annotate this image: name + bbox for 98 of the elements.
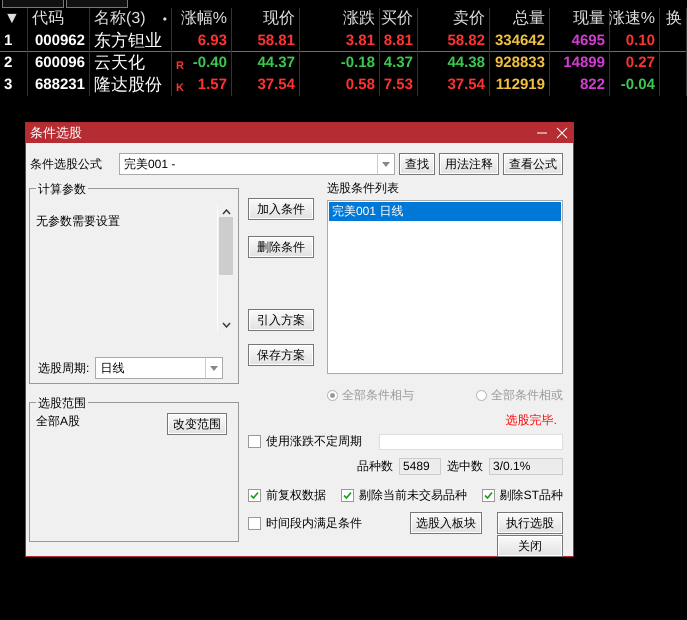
table-cell-text: 0.10: [626, 31, 655, 51]
column-header[interactable]: 现量: [573, 8, 605, 30]
column-header[interactable]: 涨速%: [608, 8, 655, 30]
row-number: 2: [4, 53, 12, 73]
list-title: 选股条件列表: [327, 181, 399, 195]
action-button[interactable]: 删除条件: [248, 236, 314, 258]
toolbar-button[interactable]: 查找: [399, 153, 435, 175]
table-row[interactable]: 3 688231 隆达股份 K 1.57 37.54 0.58 7.53 37.54 112919 822 -0.04: [0, 74, 687, 96]
count-label: 品种数: [357, 458, 393, 475]
scope-value: 全部A股: [36, 413, 80, 430]
radio-label: 全部条件相与: [342, 387, 414, 404]
tab[interactable]: [2, 0, 64, 8]
table-row[interactable]: 2 600096 云天化 R -0.40 44.37 -0.18 4.37 44.38 928833 14899 0.27: [0, 52, 687, 74]
change-scope-button[interactable]: 改变范围: [167, 413, 227, 435]
checkbox-label: 剔除ST品种: [500, 487, 563, 504]
stock-code: 000962: [34, 31, 85, 51]
table-cell-text: 37.54: [257, 75, 295, 95]
period-dropdown[interactable]: 日线: [95, 357, 224, 379]
table-cell-text: 334642: [494, 31, 545, 51]
flag-marker: K: [176, 81, 184, 96]
checkbox-label: 剔除当前未交易品种: [358, 487, 467, 504]
group-title: 计算参数: [36, 181, 88, 198]
checkbox-label: 前复权数据: [266, 487, 326, 504]
close-icon[interactable]: [555, 127, 569, 139]
window-title: 条件选股: [30, 124, 83, 142]
table-cell-text: 8.81: [384, 31, 413, 51]
table-cell-text: -0.18: [340, 53, 375, 73]
group-title: 选股范围: [36, 395, 88, 412]
toolbar-button[interactable]: 用法注释: [439, 153, 499, 175]
column-header[interactable]: ▼: [4, 8, 20, 30]
row-number: 1: [4, 31, 12, 51]
table-cell-text: 4.37: [384, 53, 413, 73]
column-header[interactable]: 涨幅%: [180, 8, 227, 30]
dropdown-arrow-icon: [210, 366, 218, 370]
table-cell-text: -0.40: [192, 53, 227, 73]
column-header[interactable]: 换: [666, 8, 682, 30]
column-header[interactable]: 买价: [381, 8, 413, 30]
status-message: 选股完毕.: [504, 412, 557, 429]
column-header[interactable]: 现价: [263, 8, 295, 30]
toolbar-button[interactable]: 查看公式: [503, 153, 563, 175]
action-button[interactable]: 执行选股: [497, 512, 563, 534]
dropdown-arrow-icon: [382, 162, 390, 166]
checkbox[interactable]: [482, 489, 495, 502]
params-message: 无参数需要设置: [36, 213, 121, 230]
table-cell-text: 0.27: [626, 53, 655, 73]
stock-code: 688231: [34, 75, 85, 95]
radio-label: 全部条件相或: [491, 387, 563, 404]
checkbox-label: 时间段内满足条件: [266, 514, 362, 532]
stock-code: 600096: [34, 53, 85, 73]
list-item[interactable]: 完美001 日线: [329, 202, 561, 221]
table-cell-text: 1.57: [198, 75, 227, 95]
column-header[interactable]: 总量: [513, 8, 545, 30]
input-field[interactable]: [379, 434, 563, 450]
table-cell-text: 44.37: [257, 53, 295, 73]
table-cell-text: 58.82: [447, 31, 485, 51]
column-header[interactable]: 代码: [32, 8, 64, 30]
count-value: 5489: [399, 458, 441, 475]
table-cell-text: 4695: [572, 31, 605, 51]
count-label: 选中数: [447, 458, 483, 475]
stock-name: 隆达股份: [94, 74, 162, 96]
table-cell-text: 6.93: [198, 31, 227, 51]
table-cell-text: -0.04: [620, 75, 655, 95]
table-cell-text: 44.38: [447, 53, 485, 73]
checkbox-label: 使用涨跌不定周期: [266, 433, 362, 450]
flag-marker: R: [176, 59, 184, 74]
field-label: 选股周期:: [38, 360, 90, 376]
table-cell-text: 58.81: [257, 31, 295, 51]
stock-name: 东方钽业: [94, 30, 162, 52]
checkbox[interactable]: [248, 435, 261, 448]
action-button[interactable]: 选股入板块: [410, 512, 482, 534]
table-cell-text: 928833: [494, 53, 545, 73]
formula-dropdown[interactable]: 完美001 -: [119, 153, 395, 175]
field-label: 条件选股公式: [30, 156, 103, 172]
action-button[interactable]: 加入条件: [248, 198, 314, 220]
checkbox[interactable]: [248, 489, 261, 502]
scroll-down-icon[interactable]: [222, 322, 230, 328]
row-number: 3: [4, 75, 12, 95]
checkbox[interactable]: [340, 489, 354, 502]
checkbox[interactable]: [248, 516, 261, 530]
tab[interactable]: [66, 0, 128, 8]
action-button[interactable]: 引入方案: [248, 309, 314, 331]
table-cell-text: 3.81: [346, 31, 375, 51]
count-value: 3/0.1%: [489, 458, 563, 475]
column-header[interactable]: 名称(3): [94, 8, 146, 30]
table-cell-text: 7.53: [384, 75, 413, 95]
table-cell-text: 0.58: [346, 75, 375, 95]
table-cell-text: 112919: [496, 75, 545, 95]
table-cell-text: 14899: [563, 53, 605, 73]
table-cell-text: 37.54: [447, 75, 485, 95]
table-row[interactable]: 1 000962 东方钽业 6.93 58.81 3.81 8.81 58.82 334642 4695 0.10: [0, 30, 687, 52]
column-header[interactable]: 卖价: [453, 8, 485, 30]
action-button[interactable]: 保存方案: [248, 344, 314, 366]
column-header[interactable]: 涨跌: [343, 8, 375, 30]
sort-marker: •: [162, 11, 167, 28]
table-cell-text: 822: [580, 75, 605, 95]
close-button[interactable]: 关闭: [497, 535, 563, 557]
stock-name: 云天化: [94, 52, 145, 74]
scroll-up-icon[interactable]: [222, 209, 230, 215]
